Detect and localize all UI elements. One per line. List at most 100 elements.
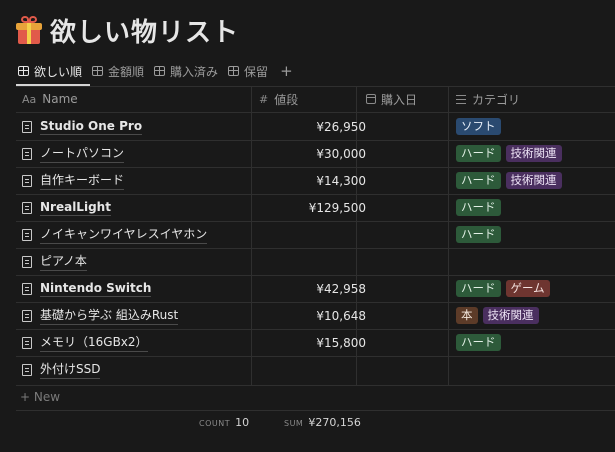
table-row[interactable]: 外付けSSD xyxy=(16,356,615,383)
row-title[interactable]: Nintendo Switch xyxy=(40,281,152,297)
table-row[interactable]: ノートパソコン ¥30,000 ハード 技術関連 xyxy=(16,140,615,167)
table-row[interactable]: Studio One Pro ¥26,950 ソフト xyxy=(16,113,615,140)
sum-calculation[interactable]: SUM ¥270,156 xyxy=(284,416,361,429)
column-header-purchase-date[interactable]: 購入日 xyxy=(366,86,417,112)
count-calculation[interactable]: COUNT 10 xyxy=(199,416,249,429)
cell-purchase-date[interactable] xyxy=(357,329,448,356)
cell-category[interactable]: 本技術関連 xyxy=(456,302,544,329)
cell-price[interactable] xyxy=(262,248,366,275)
category-tag: ハード xyxy=(456,334,501,351)
category-tag: ハード xyxy=(456,145,501,162)
page-header: 欲しい物リスト xyxy=(16,12,239,48)
divider xyxy=(16,86,615,87)
row-title[interactable]: Studio One Pro xyxy=(40,119,143,135)
table-row[interactable]: 自作キーボード ¥14,300 ハード 技術関連 xyxy=(16,167,615,194)
cell-purchase-date[interactable] xyxy=(357,356,448,383)
tab-保留[interactable]: 保留 xyxy=(228,63,268,80)
row-title[interactable]: ノートパソコン xyxy=(40,144,125,163)
cell-price[interactable] xyxy=(262,356,366,383)
page-icon xyxy=(22,336,32,349)
cell-price[interactable]: ¥26,950 xyxy=(262,113,366,140)
cell-name[interactable]: Nintendo Switch xyxy=(22,275,152,302)
cell-category[interactable]: ハード ゲーム xyxy=(456,275,555,302)
cell-price[interactable]: ¥10,648 xyxy=(262,302,366,329)
cell-price[interactable]: ¥30,000 xyxy=(262,140,366,167)
sum-label: SUM xyxy=(284,419,304,428)
cell-purchase-date[interactable] xyxy=(357,167,448,194)
cell-name[interactable]: 自作キーボード xyxy=(22,167,125,194)
cell-name[interactable]: ノートパソコン xyxy=(22,140,125,167)
table-row[interactable]: メモリ（16GBx2） ¥15,800 ハード xyxy=(16,329,615,356)
cell-name[interactable]: NrealLight xyxy=(22,194,111,221)
table-row[interactable]: ピアノ本 xyxy=(16,248,615,275)
table-row[interactable]: NrealLight ¥129,500 ハード xyxy=(16,194,615,221)
cell-purchase-date[interactable] xyxy=(357,248,448,275)
gift-icon xyxy=(16,15,42,45)
category-tag: ゲーム xyxy=(505,280,550,297)
text-property-icon: Aa xyxy=(22,92,37,106)
divider xyxy=(16,385,615,386)
table-icon xyxy=(18,66,29,76)
cell-price[interactable] xyxy=(262,221,366,248)
category-tag: 本 xyxy=(456,307,478,324)
page-icon xyxy=(22,282,32,295)
column-label: 購入日 xyxy=(381,92,418,107)
cell-price[interactable]: ¥15,800 xyxy=(262,329,366,356)
cell-category[interactable]: ハード 技術関連 xyxy=(456,167,567,194)
column-header-name[interactable]: Aa Name xyxy=(22,86,78,112)
table-row[interactable]: ノイキャンワイヤレスイヤホン ハード xyxy=(16,221,615,248)
row-title[interactable]: ノイキャンワイヤレスイヤホン xyxy=(40,225,208,244)
list-icon xyxy=(456,94,466,104)
category-tag: ハード xyxy=(456,199,501,216)
add-view-button[interactable]: + xyxy=(280,62,293,80)
cell-purchase-date[interactable] xyxy=(357,302,448,329)
cell-name[interactable]: Studio One Pro xyxy=(22,113,143,140)
cell-name[interactable]: ノイキャンワイヤレスイヤホン xyxy=(22,221,208,248)
divider xyxy=(16,410,615,411)
count-label: COUNT xyxy=(199,419,231,428)
cell-category[interactable]: ハード xyxy=(456,329,506,356)
cell-price[interactable]: ¥129,500 xyxy=(262,194,366,221)
tab-金額順[interactable]: 金額順 xyxy=(92,63,144,80)
tab-欲しい順[interactable]: 欲しい順 xyxy=(18,63,82,80)
table-row[interactable]: Nintendo Switch ¥42,958 ハード ゲーム xyxy=(16,275,615,302)
category-tag: 技術関連 xyxy=(505,145,562,162)
cell-category[interactable]: ハード 技術関連 xyxy=(456,140,567,167)
column-header-price[interactable]: # 値段 xyxy=(259,86,298,112)
sum-value: ¥270,156 xyxy=(308,416,361,429)
cell-purchase-date[interactable] xyxy=(357,113,448,140)
column-label: 値段 xyxy=(274,92,299,107)
row-title[interactable]: メモリ（16GBx2） xyxy=(40,333,148,352)
tab-label: 保留 xyxy=(244,64,269,79)
page-icon xyxy=(22,255,32,268)
table-row[interactable]: 基礎から学ぶ 組込みRust ¥10,648 本技術関連 xyxy=(16,302,615,329)
cell-purchase-date[interactable] xyxy=(357,275,448,302)
page-icon xyxy=(22,309,32,322)
cell-name[interactable]: 基礎から学ぶ 組込みRust xyxy=(22,302,179,329)
cell-purchase-date[interactable] xyxy=(357,221,448,248)
cell-name[interactable]: メモリ（16GBx2） xyxy=(22,329,148,356)
cell-category[interactable]: ハード xyxy=(456,221,506,248)
category-tag: ハード xyxy=(456,172,501,189)
new-row-button[interactable]: + New xyxy=(20,390,60,404)
cell-price[interactable]: ¥42,958 xyxy=(262,275,366,302)
row-title[interactable]: NrealLight xyxy=(40,200,111,216)
category-tag: ハード xyxy=(456,280,501,297)
cell-purchase-date[interactable] xyxy=(357,194,448,221)
column-label: Name xyxy=(42,92,78,106)
row-title[interactable]: 外付けSSD xyxy=(40,360,101,379)
row-title[interactable]: 自作キーボード xyxy=(40,171,125,190)
cell-name[interactable]: ピアノ本 xyxy=(22,248,87,275)
tab-購入済み[interactable]: 購入済み xyxy=(154,63,218,80)
cell-name[interactable]: 外付けSSD xyxy=(22,356,101,383)
count-value: 10 xyxy=(235,416,250,429)
row-title[interactable]: 基礎から学ぶ 組込みRust xyxy=(40,306,179,325)
cell-category[interactable]: ソフト xyxy=(456,113,506,140)
page-icon xyxy=(22,147,32,160)
cell-purchase-date[interactable] xyxy=(357,140,448,167)
cell-category[interactable]: ハード xyxy=(456,194,506,221)
row-title[interactable]: ピアノ本 xyxy=(40,252,87,271)
page-icon xyxy=(22,201,32,214)
cell-price[interactable]: ¥14,300 xyxy=(262,167,366,194)
column-header-category[interactable]: カテゴリ xyxy=(456,86,520,112)
